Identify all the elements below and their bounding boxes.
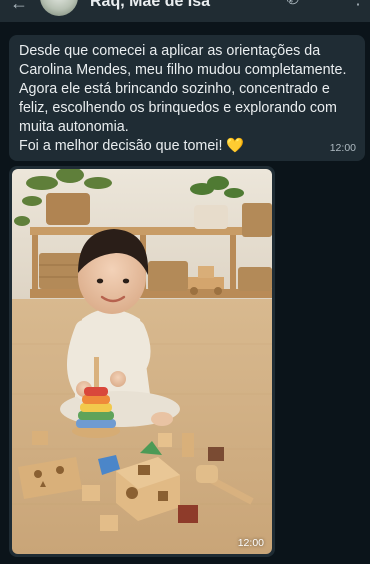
message-bubble[interactable]: Desde que comecei a aplicar as orientaçõ… xyxy=(9,35,365,161)
message-line: Desde que comecei a aplicar as orientaçõ… xyxy=(19,43,321,59)
image-timestamp: 12:00 xyxy=(237,537,264,549)
avatar[interactable] xyxy=(40,0,78,16)
contact-name[interactable]: Raq, Mãe de Isa xyxy=(90,0,210,11)
message-line: muita autonomia. xyxy=(19,119,129,135)
phone-icon[interactable]: ✆ xyxy=(286,0,299,8)
more-vertical-icon[interactable]: ⋮ xyxy=(350,0,366,8)
message-photo[interactable] xyxy=(12,169,272,554)
photo-illustration xyxy=(12,169,272,554)
message-line: Agora ele está brincando sozinho, concen… xyxy=(19,81,330,97)
message-timestamp: 12:00 xyxy=(329,142,356,154)
chat-header: ← Raq, Mãe de Isa ✆ ⋮ xyxy=(0,0,370,22)
yellow-heart-emoji: 💛 xyxy=(226,138,245,154)
message-line-text: Foi a melhor decisão que tomei! xyxy=(19,138,223,154)
arrow-left-icon[interactable]: ← xyxy=(10,0,28,12)
message-line: Carolina Mendes, meu filho mudou complet… xyxy=(19,62,347,78)
chat-area[interactable]: Desde que comecei a aplicar as orientaçõ… xyxy=(0,22,370,564)
message-line: feliz, escolhendo os brinquedos e explor… xyxy=(19,100,337,116)
message-line-last: Foi a melhor decisão que tomei! 💛 xyxy=(19,137,355,156)
image-message-bubble[interactable]: 12:00 xyxy=(9,166,275,557)
